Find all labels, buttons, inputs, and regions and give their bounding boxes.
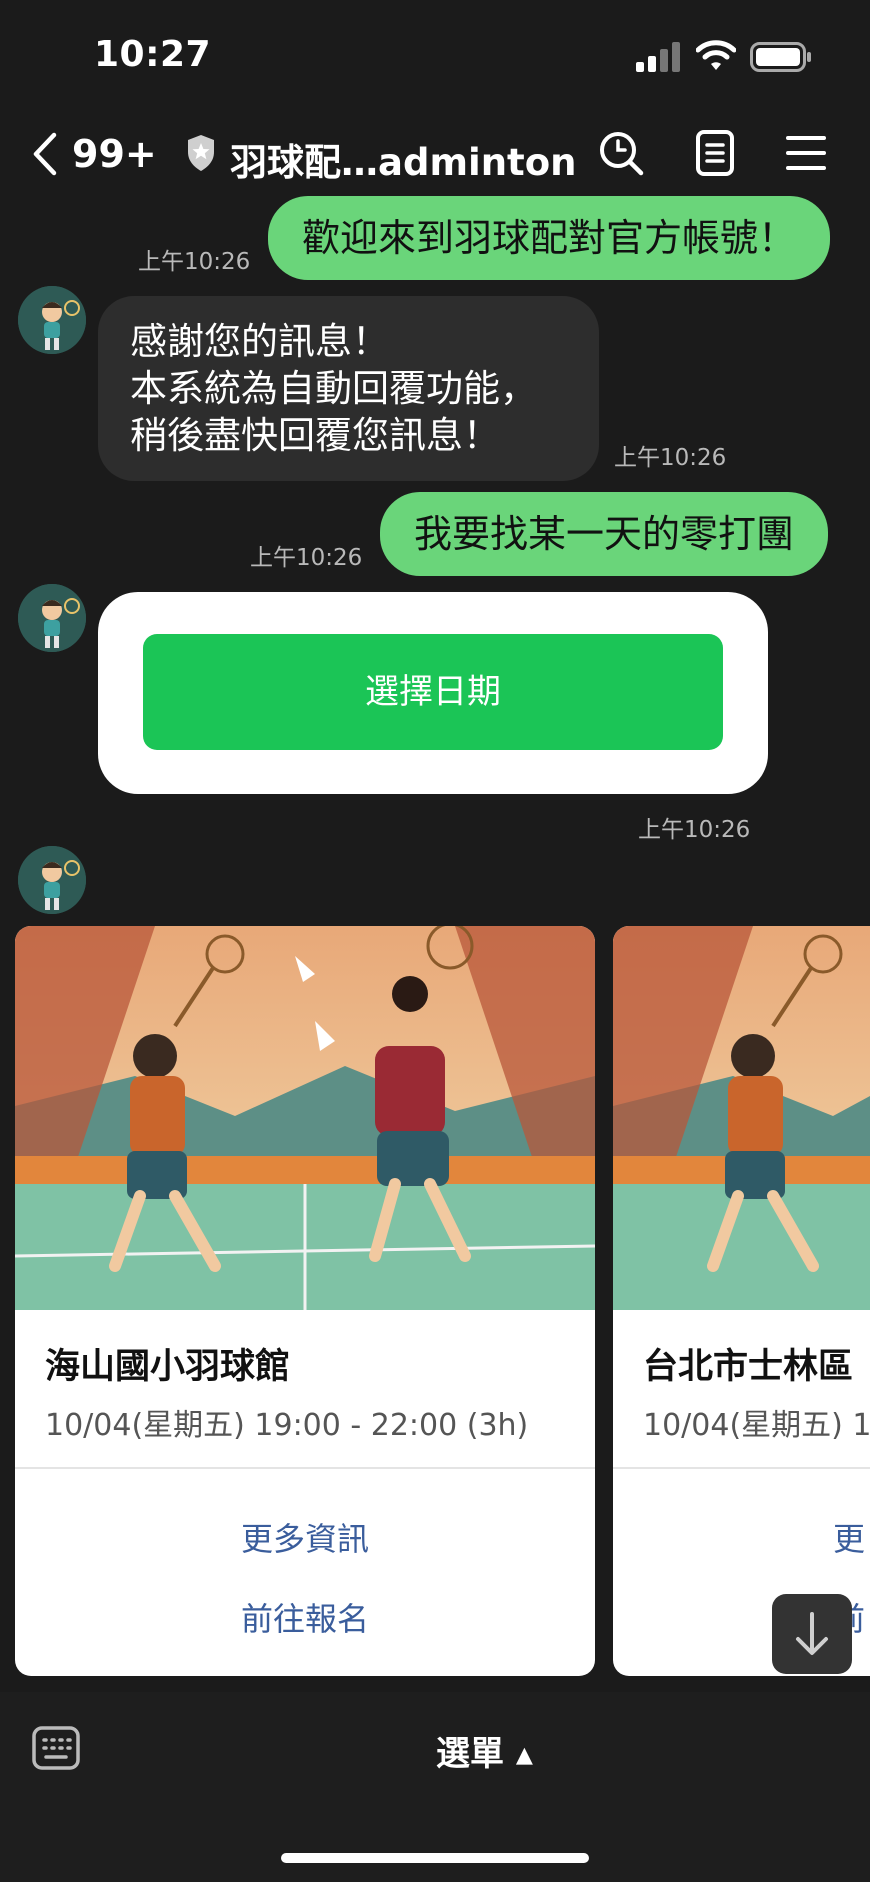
scroll-to-bottom-button[interactable] bbox=[772, 1594, 852, 1674]
card-divider bbox=[15, 1467, 595, 1469]
bot-avatar[interactable] bbox=[18, 584, 86, 652]
message-line: 感謝您的訊息！ bbox=[130, 320, 389, 363]
incoming-message[interactable]: 感謝您的訊息！ 本系統為自動回覆功能， 稍後盡快回覆您訊息！ bbox=[98, 296, 599, 481]
note-icon[interactable] bbox=[696, 130, 734, 176]
badminton-player-avatar-icon bbox=[18, 846, 86, 914]
badminton-illustration bbox=[613, 926, 870, 1310]
more-info-link[interactable]: 更多資訊 bbox=[15, 1514, 595, 1560]
battery-icon bbox=[750, 42, 811, 72]
court-schedule: 10/04(星期五) 19:00 - 22:00 (3h) bbox=[45, 1408, 529, 1443]
hamburger-menu-icon[interactable] bbox=[786, 134, 826, 172]
court-name: 海山國小羽球館 bbox=[45, 1347, 291, 1387]
unread-count[interactable]: 99+ bbox=[72, 132, 157, 176]
message-line: 稍後盡快回覆您訊息！ bbox=[130, 414, 500, 457]
menu-toggle[interactable]: 選單 ▴ bbox=[436, 1726, 533, 1775]
card-divider bbox=[613, 1467, 870, 1469]
badminton-illustration bbox=[15, 926, 595, 1310]
message-timestamp: 上午10:26 bbox=[614, 445, 727, 471]
search-icon[interactable] bbox=[598, 130, 644, 176]
court-name: 台北市士林區 bbox=[643, 1347, 854, 1387]
bot-avatar[interactable] bbox=[18, 286, 86, 354]
register-link[interactable]: 前往報名 bbox=[15, 1594, 595, 1640]
arrow-down-icon bbox=[796, 1612, 828, 1655]
shield-icon bbox=[188, 135, 214, 171]
message-line: 本系統為自動回覆功能， bbox=[130, 367, 537, 410]
message-timestamp: 上午10:26 bbox=[638, 817, 751, 843]
outgoing-message[interactable]: 歡迎來到羽球配對官方帳號！ bbox=[268, 196, 831, 280]
home-indicator[interactable] bbox=[281, 1853, 589, 1863]
message-timestamp: 上午10:26 bbox=[138, 249, 251, 275]
badminton-player-avatar-icon bbox=[18, 584, 86, 652]
date-picker-card: 選擇日期 bbox=[98, 592, 768, 794]
keyboard-icon[interactable] bbox=[32, 1726, 80, 1770]
back-chevron-icon[interactable] bbox=[30, 132, 60, 176]
court-card[interactable]: 台北市士林區 10/04(星期五) 19 更 前 bbox=[613, 926, 870, 1676]
badminton-player-avatar-icon bbox=[18, 286, 86, 354]
cellular-signal-icon bbox=[636, 42, 680, 72]
more-info-link[interactable]: 更 bbox=[833, 1514, 865, 1560]
court-schedule: 10/04(星期五) 19 bbox=[643, 1408, 870, 1443]
court-card[interactable]: 海山國小羽球館 10/04(星期五) 19:00 - 22:00 (3h) 更多… bbox=[15, 926, 595, 1676]
wifi-icon bbox=[696, 40, 736, 70]
status-time: 10:27 bbox=[94, 34, 212, 75]
chat-title[interactable]: 羽球配…adminton bbox=[230, 132, 576, 186]
message-timestamp: 上午10:26 bbox=[250, 545, 363, 571]
select-date-button[interactable]: 選擇日期 bbox=[143, 634, 723, 750]
bot-avatar[interactable] bbox=[18, 846, 86, 914]
outgoing-message[interactable]: 我要找某一天的零打團 bbox=[380, 492, 829, 576]
